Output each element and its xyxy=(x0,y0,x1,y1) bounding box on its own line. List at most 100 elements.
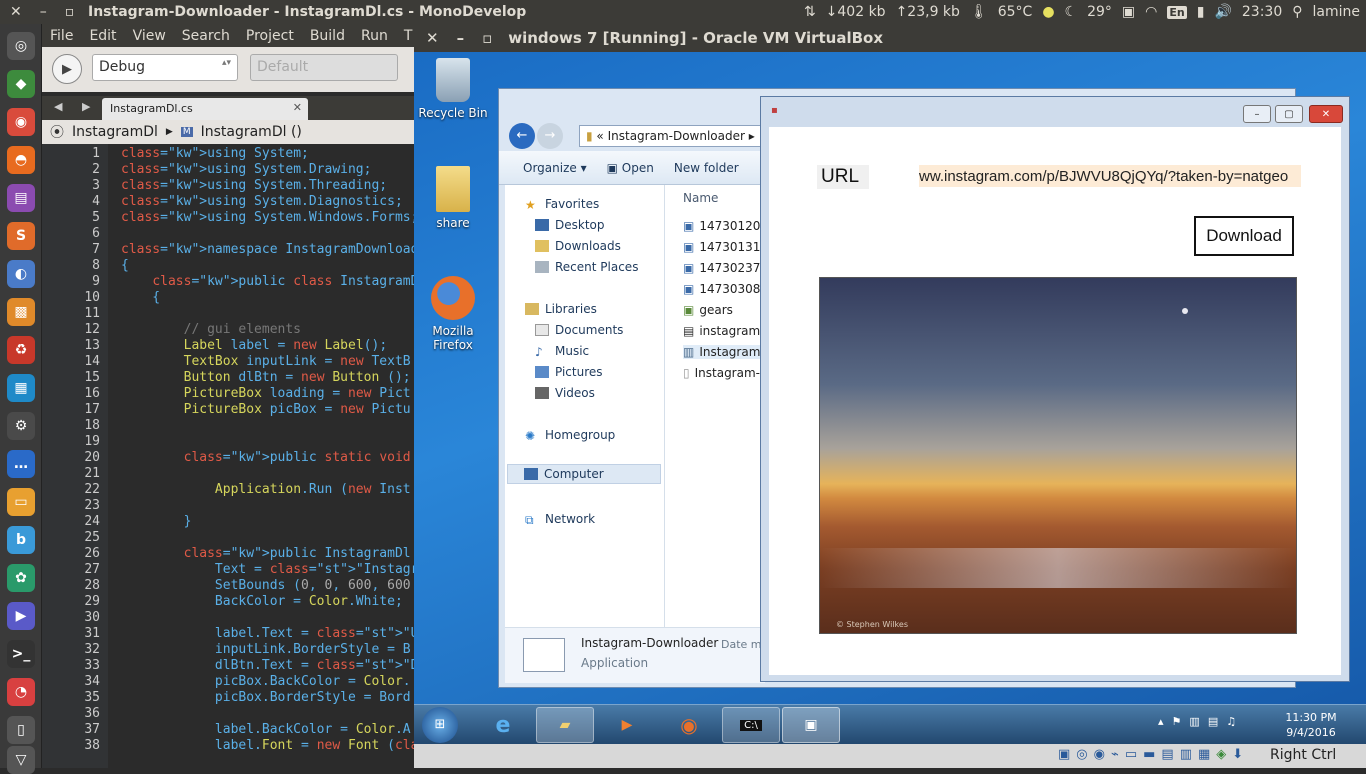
user-name[interactable]: lamine xyxy=(1313,4,1360,20)
thermometer-icon[interactable]: 🌡 xyxy=(970,4,988,20)
tab-instagramdl[interactable]: InstagramDl.cs ✕ xyxy=(102,98,308,120)
document-viewer-icon[interactable]: ▤ xyxy=(7,184,35,212)
drive-icon[interactable]: ▯ xyxy=(7,716,35,744)
code-line[interactable]: 31 label.Text = class="st">"URL:"; xyxy=(42,626,414,642)
code-line[interactable]: 35 picBox.BorderStyle = Bord xyxy=(42,690,414,706)
tab-back-icon[interactable]: ◀ xyxy=(54,100,62,113)
code-line[interactable]: 6 xyxy=(42,226,414,242)
taskbar-cmd[interactable]: C:\ xyxy=(722,707,780,743)
code-line[interactable]: 30 xyxy=(42,610,414,626)
code-line[interactable]: 25 xyxy=(42,530,414,546)
desktop-icon-recycle-bin[interactable]: Recycle Bin xyxy=(413,58,493,120)
code-line[interactable]: 7 class="kw">namespace InstagramDownloade… xyxy=(42,242,414,258)
tray-arrow-icon[interactable]: ▴ xyxy=(1158,715,1164,728)
organize-button[interactable]: Organize ▾ xyxy=(523,161,587,175)
list-item[interactable]: ▤ instagram_ xyxy=(683,324,766,338)
hdd-icon[interactable]: ▣ xyxy=(1058,747,1070,762)
taskbar-explorer[interactable]: ▰ xyxy=(536,707,594,743)
code-line[interactable]: 2 class="kw">using System.Drawing; xyxy=(42,162,414,178)
vbox-close-icon[interactable]: ✕ xyxy=(426,29,439,47)
run-button[interactable]: ▶ xyxy=(52,54,82,84)
trash-icon[interactable]: ▽ xyxy=(7,746,35,774)
code-line[interactable]: 5 class="kw">using System.Windows.Forms; xyxy=(42,210,414,226)
code-line[interactable]: 38 label.Font = new Font (class="st">"A xyxy=(42,738,414,754)
forward-button[interactable]: → xyxy=(537,123,563,149)
network-tool-icon[interactable]: ◐ xyxy=(7,260,35,288)
maximize-button[interactable]: ▢ xyxy=(1275,105,1303,123)
files-icon[interactable]: ▭ xyxy=(7,488,35,516)
nav-music[interactable]: ♪ Music xyxy=(535,344,589,359)
chrome-icon[interactable]: ◉ xyxy=(7,108,35,136)
menu-file[interactable]: File xyxy=(42,28,81,44)
sublime-icon[interactable]: S xyxy=(7,222,35,250)
close-icon[interactable]: ✕ xyxy=(10,4,22,20)
list-item[interactable]: ▯ Instagram- xyxy=(683,366,760,380)
code-line[interactable]: 17 PictureBox picBox = new Pictu xyxy=(42,402,414,418)
nav-favorites[interactable]: ★ Favorites xyxy=(525,197,599,212)
code-line[interactable]: 21 xyxy=(42,466,414,482)
code-line[interactable]: 19 xyxy=(42,434,414,450)
open-button[interactable]: ▣ Open xyxy=(607,161,654,175)
nav-downloads[interactable]: Downloads xyxy=(535,239,621,253)
code-line[interactable]: 10 { xyxy=(42,290,414,306)
nav-libraries[interactable]: Libraries xyxy=(525,302,597,316)
menu-project[interactable]: Project xyxy=(238,28,302,44)
code-line[interactable]: 4 class="kw">using System.Diagnostics; xyxy=(42,194,414,210)
gear-icon[interactable]: ✿ xyxy=(7,564,35,592)
flag-icon[interactable]: ⚑ xyxy=(1172,715,1182,728)
code-line[interactable]: 16 PictureBox loading = new Pict xyxy=(42,386,414,402)
code-line[interactable]: 32 inputLink.BorderStyle = B xyxy=(42,642,414,658)
code-line[interactable]: 11 xyxy=(42,306,414,322)
terminal-icon[interactable]: >_ xyxy=(7,640,35,668)
list-item[interactable]: ▥ Instagram- xyxy=(683,345,765,359)
monitor-icon[interactable]: ▦ xyxy=(7,374,35,402)
code-line[interactable]: 18 xyxy=(42,418,414,434)
minimize-icon[interactable]: – xyxy=(40,4,47,20)
code-editor[interactable]: 1 class="kw">using System; 2 class="kw">usi… xyxy=(42,144,414,768)
taskbar-instagram-downloader[interactable]: ▣ xyxy=(782,707,840,743)
menu-run[interactable]: Run xyxy=(353,28,396,44)
shared-folder-icon[interactable]: ▭ xyxy=(1125,747,1137,762)
taskbar-media-player[interactable]: ▶ xyxy=(598,707,656,743)
mouse-integration-icon[interactable]: ◈ xyxy=(1216,747,1226,762)
start-button[interactable]: ⊞ xyxy=(422,707,458,743)
desktop-icon-firefox[interactable]: Mozilla Firefox xyxy=(413,276,493,352)
column-header-name[interactable]: Name xyxy=(683,191,718,205)
keyboard-layout[interactable]: En xyxy=(1167,5,1187,19)
network-adapter-icon[interactable]: ▤ xyxy=(1161,747,1173,762)
code-line[interactable]: 12 // gui elements xyxy=(42,322,414,338)
code-line[interactable]: 27 Text = class="st">"Instagram Downloa xyxy=(42,562,414,578)
config-select[interactable]: Debug ▴▾ xyxy=(92,54,238,81)
tab-forward-icon[interactable]: ▶ xyxy=(82,100,90,113)
code-line[interactable]: 22 Application.Run (new Inst xyxy=(42,482,414,498)
close-tab-icon[interactable]: ✕ xyxy=(293,101,302,114)
code-line[interactable]: 34 picBox.BackColor = Color. xyxy=(42,674,414,690)
code-line[interactable]: 37 label.BackColor = Color.A xyxy=(42,722,414,738)
breadcrumb-class[interactable]: InstagramDl xyxy=(72,124,158,140)
code-line[interactable]: 28 SetBounds (0, 0, 600, 600 xyxy=(42,578,414,594)
code-line[interactable]: 26 class="kw">public InstagramDl (){ xyxy=(42,546,414,562)
desktop-icon-share[interactable]: share xyxy=(413,166,493,230)
list-item[interactable]: ▣ gears xyxy=(683,303,733,317)
recycle-icon[interactable]: ♻ xyxy=(7,336,35,364)
vbox-maximize-icon[interactable]: ▫ xyxy=(482,29,492,47)
software-center-icon[interactable]: ▩ xyxy=(7,298,35,326)
taskbar-ie[interactable]: e xyxy=(474,707,532,743)
code-line[interactable]: 24 } xyxy=(42,514,414,530)
audio-icon[interactable]: ◉ xyxy=(1094,747,1105,762)
volume-icon[interactable]: ♫ xyxy=(1226,715,1236,728)
back-button[interactable]: ← xyxy=(509,123,535,149)
code-line[interactable]: 14 TextBox inputLink = new TextB xyxy=(42,354,414,370)
chat-icon[interactable]: … xyxy=(7,450,35,478)
clock[interactable]: 23:30 xyxy=(1242,4,1282,20)
breadcrumb-member[interactable]: InstagramDl () xyxy=(201,124,302,140)
code-line[interactable]: 23 xyxy=(42,498,414,514)
minimize-button[interactable]: – xyxy=(1243,105,1271,123)
nav-documents[interactable]: Documents xyxy=(535,323,623,337)
menu-view[interactable]: View xyxy=(125,28,174,44)
bluetooth-icon[interactable]: b xyxy=(7,526,35,554)
download-button[interactable]: Download xyxy=(1194,216,1294,256)
nav-recent-places[interactable]: Recent Places xyxy=(535,260,638,274)
nav-network[interactable]: ⧉ Network xyxy=(525,512,595,527)
code-line[interactable]: 15 Button dlBtn = new Button (); xyxy=(42,370,414,386)
